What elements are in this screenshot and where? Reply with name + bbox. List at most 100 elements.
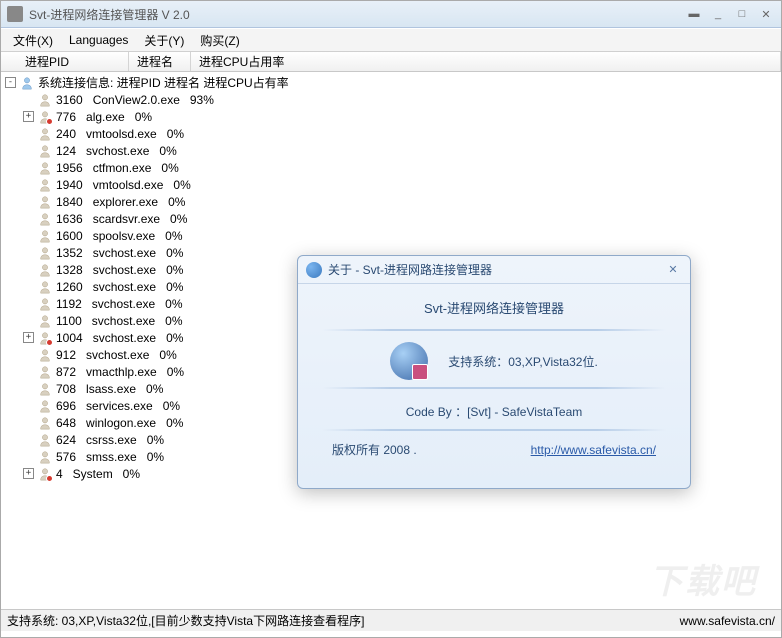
expander-icon[interactable]: - bbox=[5, 77, 16, 88]
tree-row-text: 1260 svchost.exe 0% bbox=[56, 280, 183, 294]
column-headers: 进程PID 进程名 进程CPU占用率 bbox=[1, 52, 781, 72]
column-cpu[interactable]: 进程CPU占用率 bbox=[191, 52, 781, 71]
dialog-close-button[interactable]: ✕ bbox=[664, 262, 682, 278]
person-icon bbox=[38, 314, 52, 328]
dialog-heading: Svt-进程网络连接管理器 bbox=[322, 298, 666, 317]
status-right: www.safevista.cn/ bbox=[680, 614, 775, 628]
statusbar: 支持系统: 03,XP,Vista32位,[目前少数支持Vista下网路连接查看… bbox=[1, 609, 781, 631]
dialog-row-codeby: Code By ：[Svt] - SafeVistaTeam bbox=[322, 399, 666, 423]
person-icon bbox=[38, 263, 52, 277]
person-icon bbox=[38, 212, 52, 226]
menu-languages[interactable]: Languages bbox=[61, 30, 136, 50]
titlebar[interactable]: Svt-进程网络连接管理器 V 2.0 ▬ _ □ ✕ bbox=[1, 1, 781, 28]
person-icon bbox=[38, 178, 52, 192]
dialog-link[interactable]: http://www.safevista.cn/ bbox=[531, 443, 656, 457]
person-icon bbox=[38, 399, 52, 413]
tree-row[interactable]: 1840 explorer.exe 0% bbox=[1, 193, 781, 210]
column-name[interactable]: 进程名 bbox=[129, 52, 191, 71]
tree-row[interactable]: 1636 scardsvr.exe 0% bbox=[1, 210, 781, 227]
tree-row-text: 872 vmacthlp.exe 0% bbox=[56, 365, 184, 379]
tree-row[interactable]: 124 svchost.exe 0% bbox=[1, 142, 781, 159]
tree-row[interactable]: 3160 ConView2.0.exe 93% bbox=[1, 91, 781, 108]
expander-icon[interactable]: + bbox=[23, 332, 34, 343]
menu-buy[interactable]: 购买(Z) bbox=[192, 29, 247, 52]
dialog-body: Svt-进程网络连接管理器 支持系统：03,XP,Vista32位. Code … bbox=[298, 284, 690, 468]
person-icon bbox=[38, 144, 52, 158]
expander-icon[interactable]: + bbox=[23, 468, 34, 479]
person-icon bbox=[38, 127, 52, 141]
maximize-button[interactable]: □ bbox=[733, 6, 751, 22]
tree-row-text: 648 winlogon.exe 0% bbox=[56, 416, 183, 430]
badge-icon bbox=[46, 118, 53, 125]
tree-row-text: 1192 svchost.exe 0% bbox=[56, 297, 183, 311]
minimize2-button[interactable]: _ bbox=[709, 6, 727, 22]
person-icon bbox=[20, 76, 34, 90]
person-icon bbox=[38, 450, 52, 464]
person-icon bbox=[38, 161, 52, 175]
tree-row-text: 1636 scardsvr.exe 0% bbox=[56, 212, 187, 226]
person-icon bbox=[38, 382, 52, 396]
tree-row[interactable]: +776 alg.exe 0% bbox=[1, 108, 781, 125]
tree-row-text: 1100 svchost.exe 0% bbox=[56, 314, 183, 328]
dialog-title: 关于 - Svt-进程网路连接管理器 bbox=[328, 261, 664, 278]
tree-row-text: 124 svchost.exe 0% bbox=[56, 144, 177, 158]
tree-row-text: 912 svchost.exe 0% bbox=[56, 348, 177, 362]
person-icon bbox=[38, 195, 52, 209]
tree-row-text: 1004 svchost.exe 0% bbox=[56, 331, 183, 345]
main-window: Svt-进程网络连接管理器 V 2.0 ▬ _ □ ✕ 文件(X) Langua… bbox=[0, 0, 782, 638]
tree-row-text: 1600 spoolsv.exe 0% bbox=[56, 229, 183, 243]
tree-row[interactable]: 1956 ctfmon.exe 0% bbox=[1, 159, 781, 176]
tree-row-text: 708 lsass.exe 0% bbox=[56, 382, 163, 396]
dialog-titlebar[interactable]: 关于 - Svt-进程网路连接管理器 ✕ bbox=[298, 256, 690, 284]
tree-row[interactable]: 1940 vmtoolsd.exe 0% bbox=[1, 176, 781, 193]
tree-row-text: 1840 explorer.exe 0% bbox=[56, 195, 185, 209]
person-icon bbox=[38, 246, 52, 260]
globe-icon bbox=[390, 342, 428, 380]
badge-icon bbox=[46, 339, 53, 346]
tree-root-row[interactable]: - 系统连接信息: 进程PID 进程名 进程CPU占有率 bbox=[1, 74, 781, 91]
dialog-icon bbox=[306, 262, 322, 278]
badge-icon bbox=[46, 475, 53, 482]
person-icon bbox=[38, 467, 52, 481]
minimize-button[interactable]: ▬ bbox=[685, 6, 703, 22]
window-title: Svt-进程网络连接管理器 V 2.0 bbox=[29, 6, 685, 23]
person-icon bbox=[38, 297, 52, 311]
tree-row-text: 240 vmtoolsd.exe 0% bbox=[56, 127, 184, 141]
divider bbox=[322, 387, 666, 389]
divider bbox=[322, 329, 666, 331]
person-icon bbox=[38, 433, 52, 447]
dialog-copyright: 版权所有 2008 . bbox=[332, 441, 417, 458]
tree-row-text: 776 alg.exe 0% bbox=[56, 110, 152, 124]
person-icon bbox=[38, 93, 52, 107]
dialog-support-text: 支持系统：03,XP,Vista32位. bbox=[448, 353, 598, 370]
dialog-row-support: 支持系统：03,XP,Vista32位. bbox=[322, 341, 666, 381]
person-icon bbox=[38, 348, 52, 362]
app-icon bbox=[7, 6, 23, 22]
tree-row-text: 1956 ctfmon.exe 0% bbox=[56, 161, 179, 175]
person-icon bbox=[38, 365, 52, 379]
status-left: 支持系统: 03,XP,Vista32位,[目前少数支持Vista下网路连接查看… bbox=[7, 612, 680, 629]
window-controls: ▬ _ □ ✕ bbox=[685, 6, 775, 22]
divider bbox=[322, 429, 666, 431]
tree-row-text: 1328 svchost.exe 0% bbox=[56, 263, 183, 277]
tree-row[interactable]: 240 vmtoolsd.exe 0% bbox=[1, 125, 781, 142]
person-icon bbox=[38, 280, 52, 294]
column-pid[interactable]: 进程PID bbox=[1, 52, 129, 71]
menu-file[interactable]: 文件(X) bbox=[5, 29, 61, 52]
tree-row-text: 1352 svchost.exe 0% bbox=[56, 246, 183, 260]
tree-row-text: 4 System 0% bbox=[56, 467, 140, 481]
menu-about[interactable]: 关于(Y) bbox=[136, 29, 192, 52]
tree-row[interactable]: 1600 spoolsv.exe 0% bbox=[1, 227, 781, 244]
menubar: 文件(X) Languages 关于(Y) 购买(Z) bbox=[1, 28, 781, 52]
expander-icon[interactable]: + bbox=[23, 111, 34, 122]
tree-row-text: 624 csrss.exe 0% bbox=[56, 433, 164, 447]
about-dialog: 关于 - Svt-进程网路连接管理器 ✕ Svt-进程网络连接管理器 支持系统：… bbox=[297, 255, 691, 489]
person-icon bbox=[38, 416, 52, 430]
person-icon bbox=[38, 110, 52, 124]
tree-row-text: 576 smss.exe 0% bbox=[56, 450, 164, 464]
tree-root-label: 系统连接信息: 进程PID 进程名 进程CPU占有率 bbox=[38, 74, 289, 91]
tree-row-text: 3160 ConView2.0.exe 93% bbox=[56, 93, 214, 107]
close-button[interactable]: ✕ bbox=[757, 6, 775, 22]
tree-row-text: 1940 vmtoolsd.exe 0% bbox=[56, 178, 191, 192]
dialog-footer: 版权所有 2008 . http://www.safevista.cn/ bbox=[322, 441, 666, 458]
